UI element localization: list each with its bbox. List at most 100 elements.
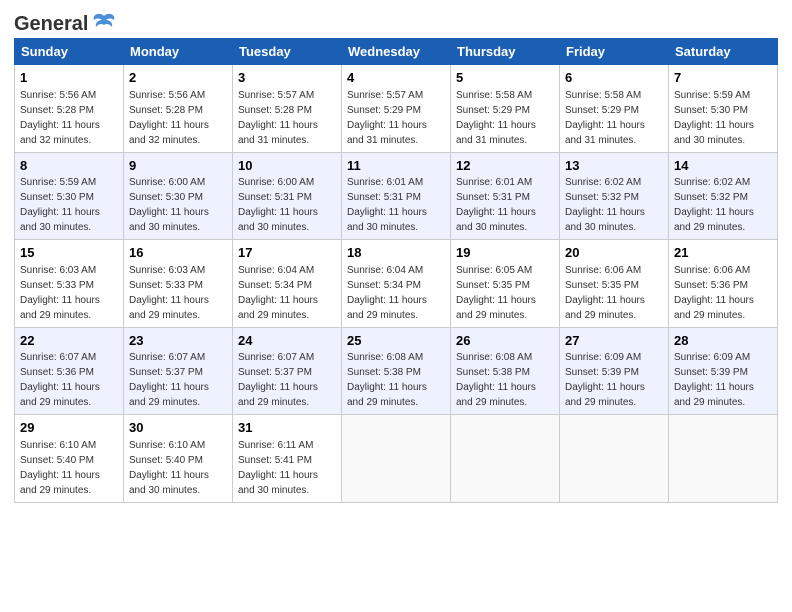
calendar-day-cell: 31 Sunrise: 6:11 AM Sunset: 5:41 PM Dayli… bbox=[233, 415, 342, 503]
day-number: 20 bbox=[565, 244, 663, 262]
calendar-day-cell: 2 Sunrise: 5:56 AM Sunset: 5:28 PM Daylig… bbox=[124, 65, 233, 153]
day-info: Sunrise: 6:07 AM Sunset: 5:37 PM Dayligh… bbox=[238, 352, 318, 408]
calendar-day-cell: 20 Sunrise: 6:06 AM Sunset: 5:35 PM Dayli… bbox=[560, 240, 669, 328]
day-number: 12 bbox=[456, 157, 554, 175]
day-info: Sunrise: 6:05 AM Sunset: 5:35 PM Dayligh… bbox=[456, 265, 536, 321]
calendar-day-cell: 27 Sunrise: 6:09 AM Sunset: 5:39 PM Dayli… bbox=[560, 327, 669, 415]
calendar-day-cell: 5 Sunrise: 5:58 AM Sunset: 5:29 PM Daylig… bbox=[451, 65, 560, 153]
day-number: 9 bbox=[129, 157, 227, 175]
day-info: Sunrise: 6:08 AM Sunset: 5:38 PM Dayligh… bbox=[347, 352, 427, 408]
calendar-day-cell: 29Sunrise: 6:10 AM Sunset: 5:40 PM Dayli… bbox=[15, 415, 124, 503]
day-number: 16 bbox=[129, 244, 227, 262]
day-info: Sunrise: 6:02 AM Sunset: 5:32 PM Dayligh… bbox=[565, 177, 645, 233]
weekday-header: Tuesday bbox=[233, 39, 342, 65]
day-number: 7 bbox=[674, 69, 772, 87]
day-info: Sunrise: 6:00 AM Sunset: 5:30 PM Dayligh… bbox=[129, 177, 209, 233]
calendar-day-cell: 16 Sunrise: 6:03 AM Sunset: 5:33 PM Dayli… bbox=[124, 240, 233, 328]
weekday-header: Wednesday bbox=[342, 39, 451, 65]
day-number: 27 bbox=[565, 332, 663, 350]
day-info: Sunrise: 5:57 AM Sunset: 5:28 PM Dayligh… bbox=[238, 90, 318, 146]
day-number: 22 bbox=[20, 332, 118, 350]
day-info: Sunrise: 6:09 AM Sunset: 5:39 PM Dayligh… bbox=[674, 352, 754, 408]
day-number: 1 bbox=[20, 69, 118, 87]
day-number: 3 bbox=[238, 69, 336, 87]
calendar-day-cell: 30Sunrise: 6:10 AM Sunset: 5:40 PM Dayli… bbox=[124, 415, 233, 503]
calendar-day-cell: 7 Sunrise: 5:59 AM Sunset: 5:30 PM Daylig… bbox=[669, 65, 778, 153]
day-number: 26 bbox=[456, 332, 554, 350]
calendar-day-cell: 25 Sunrise: 6:08 AM Sunset: 5:38 PM Dayli… bbox=[342, 327, 451, 415]
day-info: Sunrise: 5:59 AM Sunset: 5:30 PM Dayligh… bbox=[20, 177, 100, 233]
day-info: Sunrise: 6:04 AM Sunset: 5:34 PM Dayligh… bbox=[238, 265, 318, 321]
calendar-day-cell: 19Sunrise: 6:05 AM Sunset: 5:35 PM Dayli… bbox=[451, 240, 560, 328]
calendar-day-cell: 4Sunrise: 5:57 AM Sunset: 5:29 PM Daylig… bbox=[342, 65, 451, 153]
day-number: 13 bbox=[565, 157, 663, 175]
day-number: 10 bbox=[238, 157, 336, 175]
day-number: 15 bbox=[20, 244, 118, 262]
day-info: Sunrise: 5:56 AM Sunset: 5:28 PM Dayligh… bbox=[20, 90, 100, 146]
day-info: Sunrise: 6:09 AM Sunset: 5:39 PM Dayligh… bbox=[565, 352, 645, 408]
day-number: 29 bbox=[20, 419, 118, 437]
calendar-header-row: SundayMondayTuesdayWednesdayThursdayFrid… bbox=[15, 39, 778, 65]
day-number: 28 bbox=[674, 332, 772, 350]
calendar-table: SundayMondayTuesdayWednesdayThursdayFrid… bbox=[14, 38, 778, 503]
day-info: Sunrise: 6:07 AM Sunset: 5:36 PM Dayligh… bbox=[20, 352, 100, 408]
weekday-header: Monday bbox=[124, 39, 233, 65]
day-number: 8 bbox=[20, 157, 118, 175]
day-info: Sunrise: 6:00 AM Sunset: 5:31 PM Dayligh… bbox=[238, 177, 318, 233]
day-number: 4 bbox=[347, 69, 445, 87]
calendar-week-row: 15 Sunrise: 6:03 AM Sunset: 5:33 PM Dayli… bbox=[15, 240, 778, 328]
day-info: Sunrise: 6:06 AM Sunset: 5:36 PM Dayligh… bbox=[674, 265, 754, 321]
calendar-day-cell: 9 Sunrise: 6:00 AM Sunset: 5:30 PM Daylig… bbox=[124, 152, 233, 240]
calendar-day-cell: 11 Sunrise: 6:01 AM Sunset: 5:31 PM Dayli… bbox=[342, 152, 451, 240]
day-info: Sunrise: 6:11 AM Sunset: 5:41 PM Dayligh… bbox=[238, 440, 318, 496]
day-info: Sunrise: 6:07 AM Sunset: 5:37 PM Dayligh… bbox=[129, 352, 209, 408]
calendar-week-row: 22 Sunrise: 6:07 AM Sunset: 5:36 PM Dayli… bbox=[15, 327, 778, 415]
day-info: Sunrise: 6:03 AM Sunset: 5:33 PM Dayligh… bbox=[129, 265, 209, 321]
day-info: Sunrise: 5:58 AM Sunset: 5:29 PM Dayligh… bbox=[456, 90, 536, 146]
day-number: 2 bbox=[129, 69, 227, 87]
calendar-day-cell: 6 Sunrise: 5:58 AM Sunset: 5:29 PM Daylig… bbox=[560, 65, 669, 153]
day-info: Sunrise: 6:08 AM Sunset: 5:38 PM Dayligh… bbox=[456, 352, 536, 408]
calendar-day-cell: 23 Sunrise: 6:07 AM Sunset: 5:37 PM Dayli… bbox=[124, 327, 233, 415]
page-container: General SundayMondayTuesdayWednesdayThur… bbox=[0, 0, 792, 511]
day-number: 14 bbox=[674, 157, 772, 175]
day-number: 25 bbox=[347, 332, 445, 350]
logo-text: General bbox=[14, 13, 88, 36]
calendar-day-cell bbox=[560, 415, 669, 503]
calendar-day-cell: 13 Sunrise: 6:02 AM Sunset: 5:32 PM Dayli… bbox=[560, 152, 669, 240]
weekday-header: Friday bbox=[560, 39, 669, 65]
day-info: Sunrise: 5:56 AM Sunset: 5:28 PM Dayligh… bbox=[129, 90, 209, 146]
day-info: Sunrise: 5:59 AM Sunset: 5:30 PM Dayligh… bbox=[674, 90, 754, 146]
day-number: 11 bbox=[347, 157, 445, 175]
day-number: 24 bbox=[238, 332, 336, 350]
calendar-day-cell: 24 Sunrise: 6:07 AM Sunset: 5:37 PM Dayli… bbox=[233, 327, 342, 415]
calendar-day-cell: 3 Sunrise: 5:57 AM Sunset: 5:28 PM Daylig… bbox=[233, 65, 342, 153]
weekday-header: Sunday bbox=[15, 39, 124, 65]
logo: General bbox=[14, 10, 118, 34]
calendar-day-cell: 10 Sunrise: 6:00 AM Sunset: 5:31 PM Dayli… bbox=[233, 152, 342, 240]
calendar-day-cell: 22 Sunrise: 6:07 AM Sunset: 5:36 PM Dayli… bbox=[15, 327, 124, 415]
day-number: 5 bbox=[456, 69, 554, 87]
day-info: Sunrise: 5:58 AM Sunset: 5:29 PM Dayligh… bbox=[565, 90, 645, 146]
calendar-day-cell: 12 Sunrise: 6:01 AM Sunset: 5:31 PM Dayli… bbox=[451, 152, 560, 240]
day-info: Sunrise: 6:02 AM Sunset: 5:32 PM Dayligh… bbox=[674, 177, 754, 233]
day-info: Sunrise: 6:01 AM Sunset: 5:31 PM Dayligh… bbox=[347, 177, 427, 233]
day-info: Sunrise: 6:04 AM Sunset: 5:34 PM Dayligh… bbox=[347, 265, 427, 321]
calendar-day-cell bbox=[669, 415, 778, 503]
day-number: 31 bbox=[238, 419, 336, 437]
weekday-header: Thursday bbox=[451, 39, 560, 65]
day-number: 23 bbox=[129, 332, 227, 350]
calendar-day-cell: 14 Sunrise: 6:02 AM Sunset: 5:32 PM Dayli… bbox=[669, 152, 778, 240]
day-info: Sunrise: 6:06 AM Sunset: 5:35 PM Dayligh… bbox=[565, 265, 645, 321]
calendar-week-row: 1 Sunrise: 5:56 AM Sunset: 5:28 PM Daylig… bbox=[15, 65, 778, 153]
header: General bbox=[14, 10, 778, 34]
day-number: 6 bbox=[565, 69, 663, 87]
calendar-day-cell: 21Sunrise: 6:06 AM Sunset: 5:36 PM Dayli… bbox=[669, 240, 778, 328]
calendar-day-cell: 15Sunrise: 6:03 AM Sunset: 5:33 PM Dayli… bbox=[15, 240, 124, 328]
day-number: 17 bbox=[238, 244, 336, 262]
day-info: Sunrise: 6:01 AM Sunset: 5:31 PM Dayligh… bbox=[456, 177, 536, 233]
calendar-day-cell: 17 Sunrise: 6:04 AM Sunset: 5:34 PM Dayli… bbox=[233, 240, 342, 328]
day-number: 18 bbox=[347, 244, 445, 262]
calendar-week-row: 8 Sunrise: 5:59 AM Sunset: 5:30 PM Daylig… bbox=[15, 152, 778, 240]
day-info: Sunrise: 6:10 AM Sunset: 5:40 PM Dayligh… bbox=[129, 440, 209, 496]
